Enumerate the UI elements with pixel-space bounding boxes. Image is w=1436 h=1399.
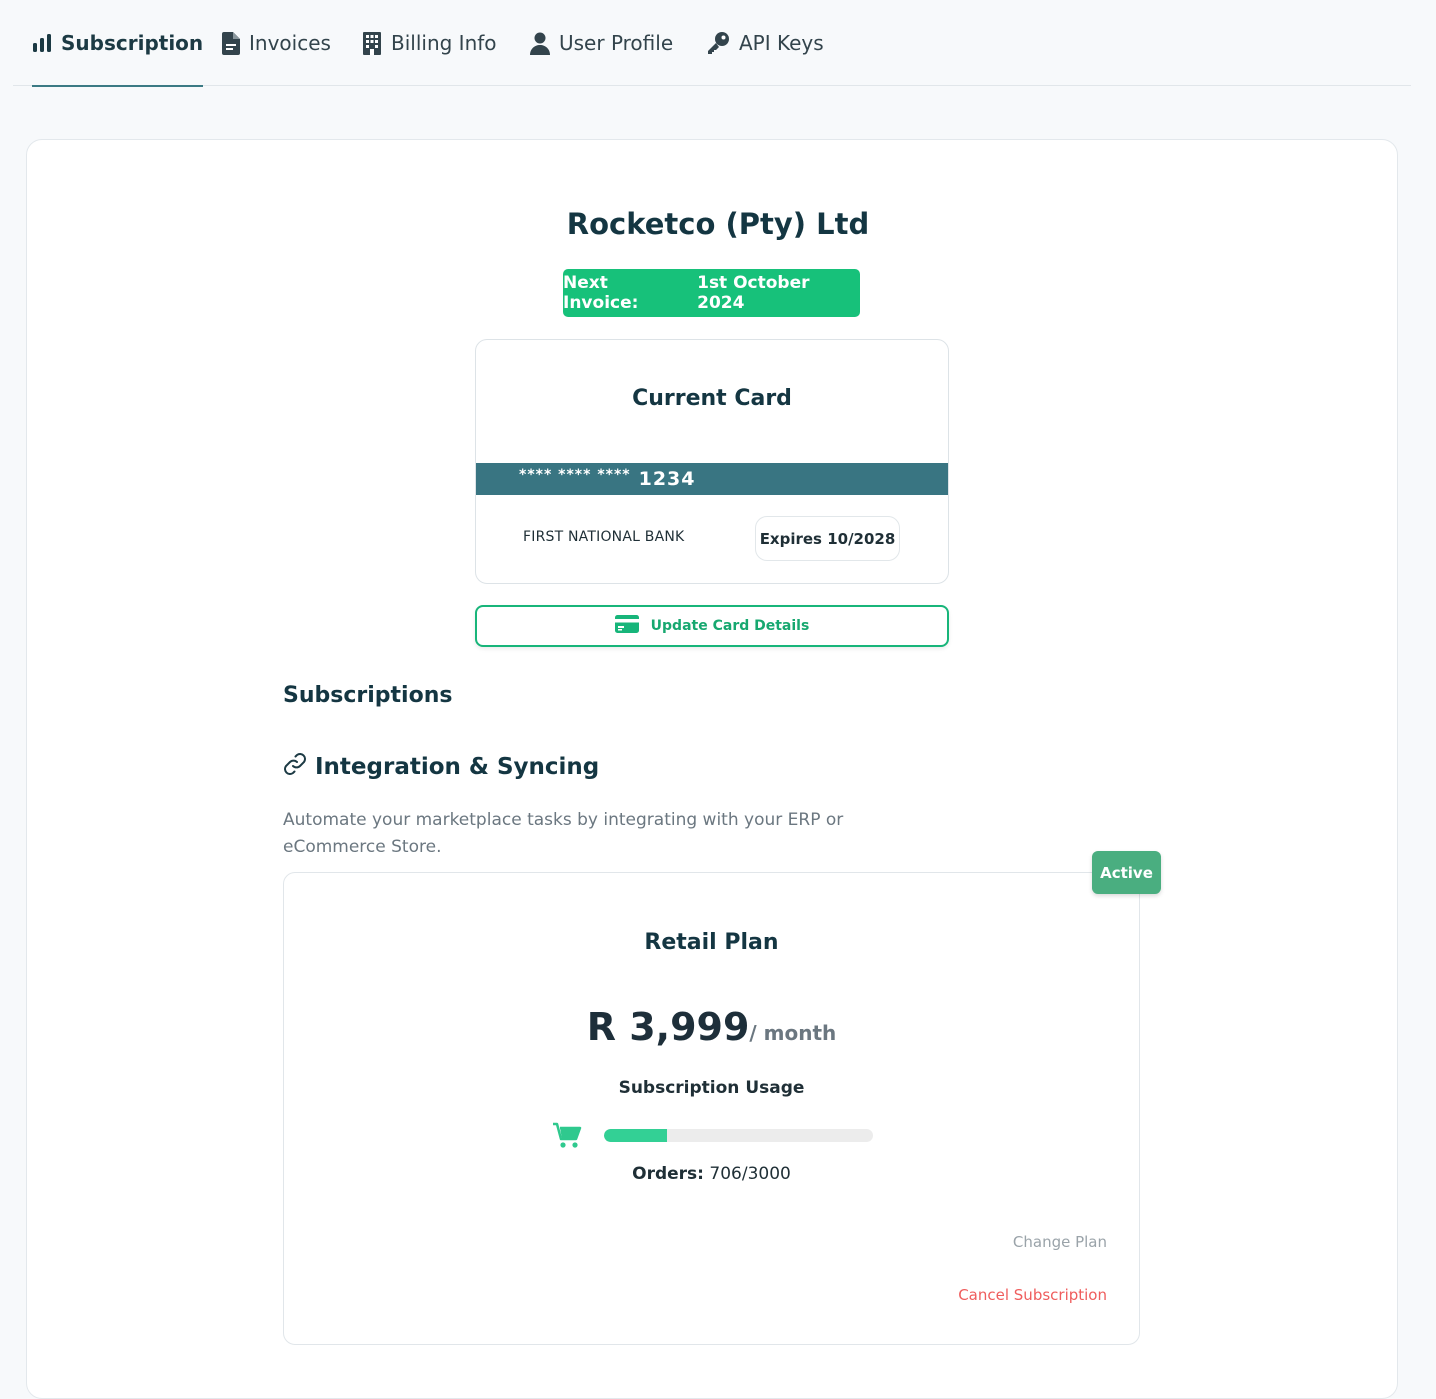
next-invoice-label: Next Invoice: <box>563 273 639 313</box>
integration-description: Automate your marketplace tasks by integ… <box>283 810 844 857</box>
card-bank-name: FIRST NATIONAL BANK <box>523 529 685 545</box>
next-invoice-date: 1st October 2024 <box>697 273 810 313</box>
tab-billing-info[interactable]: Billing Info <box>362 0 497 86</box>
tab-label: Billing Info <box>391 31 497 55</box>
link-icon <box>283 752 307 782</box>
card-number-strip: **** **** **** 1234 <box>476 463 948 495</box>
orders-usage: Orders: 706/3000 <box>284 1164 1139 1184</box>
tab-label: Subscription <box>61 31 204 55</box>
tab-bar: Subscription Invoices Billing Info User … <box>13 0 1411 87</box>
shopping-cart-icon <box>552 1122 582 1154</box>
next-invoice-badge: Next Invoice: 1st October 2024 <box>563 269 860 317</box>
tab-invoices[interactable]: Invoices <box>222 0 331 86</box>
plan-price-period: / month <box>749 1021 837 1045</box>
usage-title: Subscription Usage <box>618 1078 805 1098</box>
plan-name: Retail Plan <box>644 930 779 955</box>
bar-chart-icon <box>32 33 52 53</box>
usage-progress-fill <box>604 1129 668 1142</box>
change-plan-link[interactable]: Change Plan <box>1013 1233 1107 1251</box>
user-icon <box>530 32 550 55</box>
document-icon <box>222 31 240 55</box>
plan-status-badge: Active <box>1092 851 1161 894</box>
subscriptions-heading: Subscriptions <box>283 683 453 708</box>
current-card: Current Card **** **** **** 1234 FIRST N… <box>475 339 949 584</box>
plan-card: Retail Plan R 3,999/ month Subscription … <box>283 872 1140 1345</box>
update-card-label: Update Card Details <box>650 618 810 634</box>
card-last-four: 1234 <box>638 468 696 490</box>
tab-label: User Profile <box>559 31 674 55</box>
tab-subscription[interactable]: Subscription <box>32 0 204 87</box>
company-name: Rocketco (Pty) Ltd <box>566 207 870 241</box>
tab-label: API Keys <box>739 31 824 55</box>
update-card-button[interactable]: Update Card Details <box>475 605 949 647</box>
cancel-subscription-link[interactable]: Cancel Subscription <box>958 1286 1107 1304</box>
plan-price-amount: R 3,999 <box>586 1005 750 1049</box>
integration-title: Integration & Syncing <box>315 754 600 780</box>
key-icon <box>706 31 730 55</box>
tab-api-keys[interactable]: API Keys <box>706 0 824 86</box>
usage-progress-bar <box>604 1129 873 1142</box>
tab-user-profile[interactable]: User Profile <box>530 0 673 86</box>
plan-price: R 3,999/ month <box>284 1005 1139 1049</box>
tab-label: Invoices <box>249 31 331 55</box>
card-number-mask: **** **** **** <box>519 467 631 483</box>
integration-heading: Integration & Syncing <box>283 752 599 782</box>
credit-card-icon <box>614 615 639 637</box>
orders-value: 706/3000 <box>709 1164 791 1184</box>
card-expiry-badge: Expires 10/2028 <box>755 516 900 561</box>
building-icon <box>362 31 382 55</box>
card-title: Current Card <box>632 386 792 411</box>
orders-label: Orders: <box>632 1164 704 1184</box>
